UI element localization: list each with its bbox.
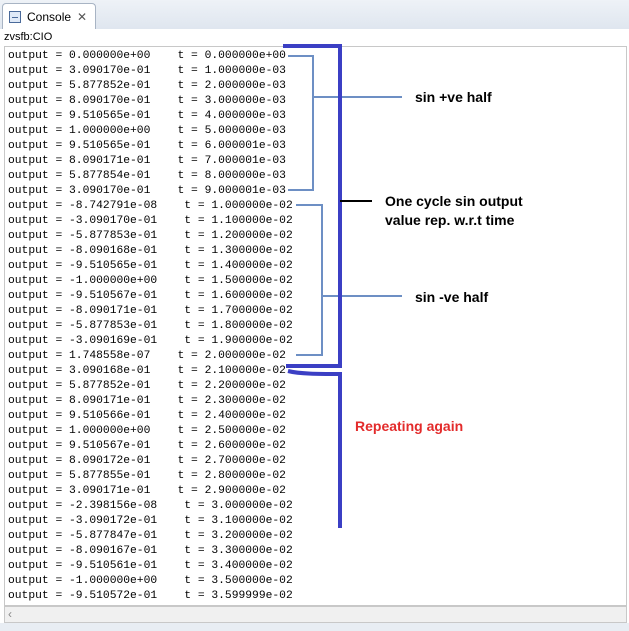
pos-half-label: sin +ve half	[415, 89, 492, 105]
repeat-bracket	[287, 369, 342, 528]
neg-half-label: sin -ve half	[415, 289, 489, 305]
pos-half-bracket	[288, 55, 314, 191]
cycle-label-line1: One cycle sin output	[385, 193, 523, 209]
neg-half-bracket	[296, 204, 323, 356]
repeating-label: Repeating again	[355, 418, 464, 434]
cycle-label-line2: value rep. w.r.t time	[385, 212, 515, 228]
annotation-overlay	[283, 44, 402, 528]
